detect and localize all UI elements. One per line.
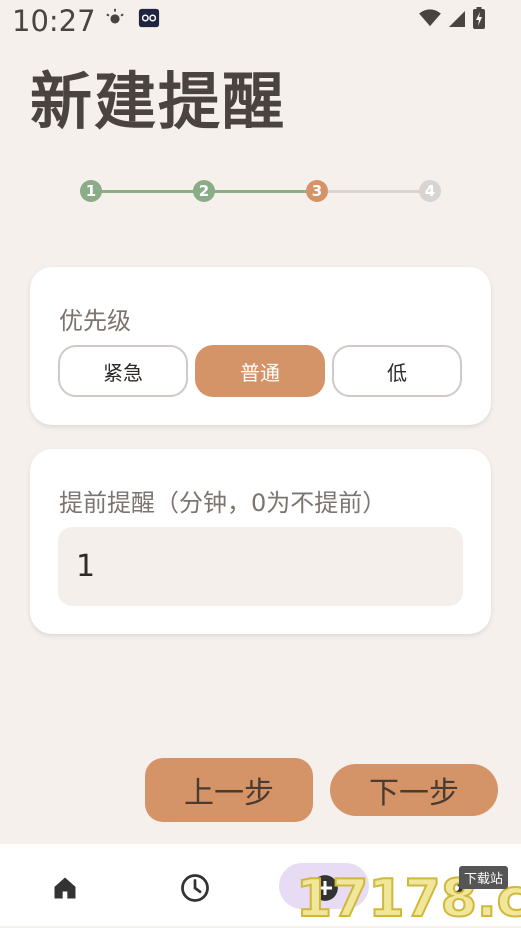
advance-minutes-input[interactable]: 1 <box>58 527 463 606</box>
priority-urgent-button[interactable]: 紧急 <box>58 345 188 397</box>
priority-label: 优先级 <box>59 307 131 335</box>
step-line-2 <box>204 190 317 193</box>
signal-icon <box>449 11 465 27</box>
step-line-1 <box>91 190 204 193</box>
advance-reminder-card: 提前提醒（分钟，0为不提前） 1 <box>30 449 491 634</box>
previous-step-button[interactable]: 上一步 <box>145 758 313 822</box>
watermark-tag: 下载站 <box>459 866 509 889</box>
nav-home[interactable] <box>45 868 85 908</box>
battery-icon <box>473 7 485 29</box>
step-1: 1 <box>80 180 102 202</box>
step-line-3 <box>317 190 430 193</box>
brightness-icon <box>106 8 124 24</box>
step-2: 2 <box>193 180 215 202</box>
step-4: 4 <box>419 180 441 202</box>
page-title: 新建提醒 <box>30 65 287 138</box>
priority-card: 优先级 紧急 普通 低 <box>30 267 491 425</box>
step-3: 3 <box>306 180 328 202</box>
nav-history[interactable] <box>175 868 215 908</box>
step-indicator: 1 2 3 4 <box>80 178 442 206</box>
home-icon <box>54 877 76 899</box>
priority-options: 紧急 普通 低 <box>58 345 462 397</box>
priority-low-button[interactable]: 低 <box>332 345 462 397</box>
priority-normal-button[interactable]: 普通 <box>195 345 325 397</box>
next-step-button[interactable]: 下一步 <box>330 764 498 816</box>
status-time: 10:27 <box>12 4 96 38</box>
status-bar: 10:27 <box>0 0 521 40</box>
clock-icon <box>181 874 209 902</box>
advance-reminder-label: 提前提醒（分钟，0为不提前） <box>59 489 387 517</box>
app-notification-icon <box>138 8 160 28</box>
wifi-icon <box>419 9 441 27</box>
